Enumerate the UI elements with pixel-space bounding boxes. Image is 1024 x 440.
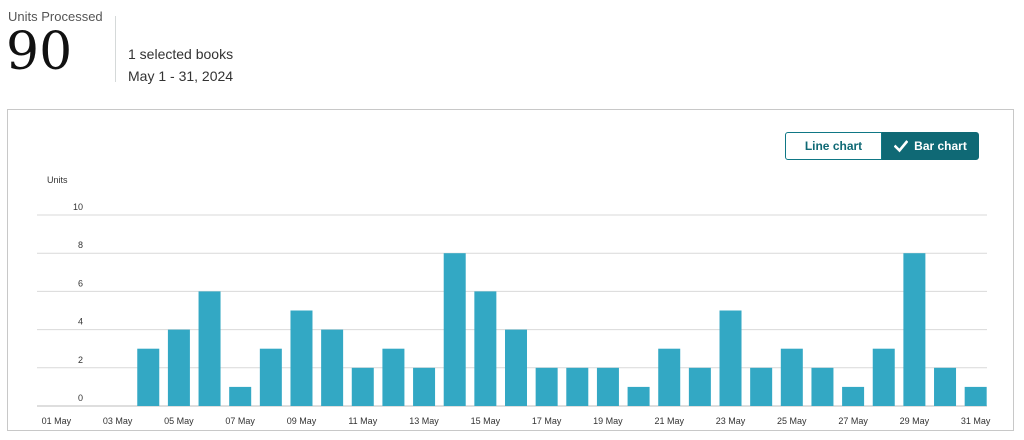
chart-type-toggle: Line chart Bar chart (785, 132, 979, 160)
y-axis-title: Units (47, 175, 68, 185)
bar-09-may (290, 310, 313, 406)
x-tick-label: 17 May (532, 416, 562, 426)
bar-13-may (413, 367, 436, 406)
x-tick-label: 29 May (900, 416, 930, 426)
bar-07-may (229, 386, 252, 406)
bar-06-may (198, 291, 221, 406)
bar-26-may (811, 367, 834, 406)
y-tick-label: 8 (78, 240, 83, 250)
check-icon (894, 139, 909, 153)
x-tick-label: 01 May (42, 416, 72, 426)
line-chart-button[interactable]: Line chart (785, 132, 882, 160)
y-tick-label: 6 (78, 278, 83, 288)
bar-22-may (688, 367, 711, 406)
bar-chart-button-label: Bar chart (914, 139, 967, 153)
bar-23-may (719, 310, 742, 406)
x-tick-label: 13 May (409, 416, 439, 426)
y-tick-label: 2 (78, 355, 83, 365)
bar-24-may (750, 367, 773, 406)
x-tick-label: 03 May (103, 416, 133, 426)
bar-25-may (780, 348, 803, 406)
chart-card: Units 0 2 4 6 8 10 01 May 03 May 05 May 07 May 09 M… (7, 109, 1014, 431)
bar-15-may (474, 291, 497, 406)
y-tick-label: 10 (73, 202, 83, 212)
bar-27-may (842, 386, 865, 406)
x-tick-label: 19 May (593, 416, 623, 426)
bar-05-may (167, 329, 190, 406)
metric-value: 90 (6, 22, 73, 82)
x-tick-label: 31 May (961, 416, 991, 426)
x-tick-label: 23 May (716, 416, 746, 426)
y-tick-label: 0 (78, 393, 83, 403)
x-tick-label: 15 May (471, 416, 501, 426)
x-tick-label: 07 May (225, 416, 255, 426)
selected-books-text: 1 selected books (128, 46, 234, 62)
bar-30-may (934, 367, 957, 406)
bar-17-may (535, 367, 558, 406)
x-tick-label: 11 May (348, 416, 377, 426)
summary-header: Units Processed 90 1 selected books May … (0, 0, 1024, 100)
bar-08-may (259, 348, 282, 406)
bar-14-may (443, 253, 466, 406)
bar-10-may (321, 329, 344, 406)
bar-11-may (351, 367, 374, 406)
bar-04-may (137, 348, 160, 406)
bar-28-may (872, 348, 895, 406)
bar-21-may (658, 348, 681, 406)
bar-18-may (566, 367, 589, 406)
bar-12-may (382, 348, 405, 406)
bar-19-may (596, 367, 619, 406)
x-tick-label: 09 May (287, 416, 317, 426)
bar-16-may (505, 329, 527, 406)
x-tick-label: 25 May (777, 416, 807, 426)
y-tick-label: 4 (78, 317, 83, 327)
bar-29-may (903, 253, 926, 406)
line-chart-button-label: Line chart (804, 139, 863, 153)
vertical-divider (115, 16, 116, 82)
x-tick-label: 27 May (838, 416, 868, 426)
x-tick-label: 05 May (164, 416, 194, 426)
bar-20-may (627, 386, 650, 406)
bar-chart-button[interactable]: Bar chart (882, 132, 979, 160)
x-tick-label: 21 May (654, 416, 684, 426)
bar-31-may (964, 386, 987, 406)
date-range-text: May 1 - 31, 2024 (128, 68, 234, 84)
